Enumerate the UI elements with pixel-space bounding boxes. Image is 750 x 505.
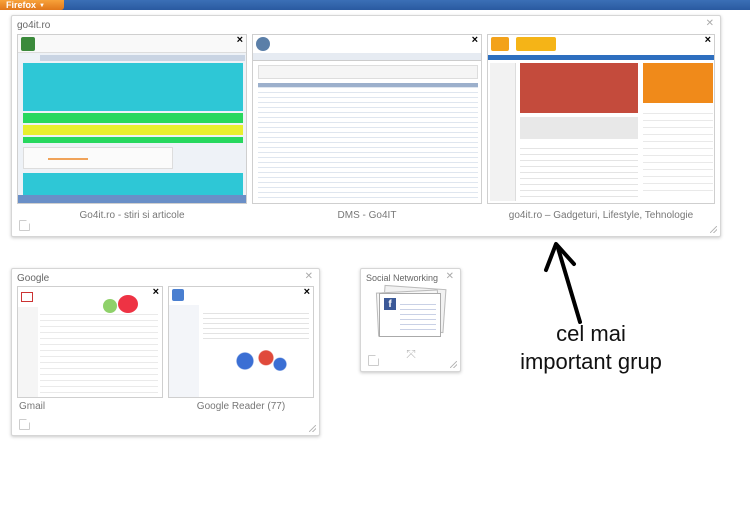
tab-group-go4it[interactable]: go4it.ro ✕ × Go4it.ro - stiri si articol…: [11, 15, 721, 237]
tab-close-icon[interactable]: ×: [472, 34, 478, 46]
annotation-line-1: cel mai: [556, 321, 626, 346]
new-tab-icon[interactable]: [368, 355, 379, 366]
tab-thumbnail[interactable]: [17, 34, 247, 204]
group-title[interactable]: go4it.ro: [17, 20, 50, 31]
firefox-menu-label: Firefox: [6, 0, 37, 10]
tab-item[interactable]: × go4it.ro – Gadgeturi, Lifestyle, Tehno…: [487, 34, 715, 224]
tab-item[interactable]: × Google Reader (77): [168, 286, 314, 416]
tab-thumbnail[interactable]: [17, 286, 163, 398]
tab-title: Go4it.ro - stiri si articole: [79, 210, 185, 221]
resize-grip-icon[interactable]: [309, 425, 316, 432]
resize-grip-icon[interactable]: [710, 226, 717, 233]
annotation-line-2: important grup: [520, 349, 662, 374]
sheet-favicon-icon: [21, 37, 35, 51]
tab-group-social-networking[interactable]: Social Networking ✕ f ⤧: [360, 268, 461, 372]
stacked-tabs[interactable]: f: [373, 284, 451, 343]
facebook-icon: f: [384, 298, 396, 310]
chevron-down-icon: ▼: [39, 3, 45, 9]
expand-group-icon[interactable]: ⤧: [404, 347, 418, 361]
resize-grip-icon[interactable]: [450, 361, 457, 368]
new-tab-icon[interactable]: [19, 220, 30, 231]
tab-item[interactable]: × Go4it.ro - stiri si articole: [17, 34, 247, 224]
dms-favicon-icon: [256, 37, 270, 51]
tab-thumbnail[interactable]: [168, 286, 314, 398]
tab-title: DMS - Go4IT: [337, 210, 397, 221]
tab-item[interactable]: × Gmail: [17, 286, 163, 416]
group-close-icon[interactable]: ✕: [706, 18, 714, 29]
go4it-favicon-icon: [491, 37, 509, 51]
tab-title: go4it.ro – Gadgeturi, Lifestyle, Tehnolo…: [508, 210, 694, 221]
window-titlebar: Firefox ▼: [0, 0, 750, 10]
tab-close-icon[interactable]: ×: [153, 286, 159, 298]
group-close-icon[interactable]: ✕: [446, 271, 454, 282]
gmail-favicon-icon: [21, 292, 33, 302]
group-title[interactable]: Google: [17, 273, 49, 284]
tab-close-icon[interactable]: ×: [304, 286, 310, 298]
tab-title: Google Reader (77): [196, 401, 286, 412]
group-close-icon[interactable]: ✕: [305, 271, 313, 282]
reader-favicon-icon: [172, 289, 184, 301]
tab-thumbnail[interactable]: [252, 34, 482, 204]
annotation-text: cel mai important grup: [506, 320, 676, 376]
group-title[interactable]: Social Networking: [366, 273, 438, 283]
tab-group-google[interactable]: Google ✕ × Gmail × Google Reader (77): [11, 268, 320, 436]
tab-title: Gmail: [19, 401, 46, 412]
new-tab-icon[interactable]: [19, 419, 30, 430]
tab-close-icon[interactable]: ×: [237, 34, 243, 46]
tab-thumbnail[interactable]: [487, 34, 715, 204]
firefox-menu-button[interactable]: Firefox ▼: [0, 0, 64, 10]
tab-item[interactable]: × DMS - Go4IT: [252, 34, 482, 224]
annotation-arrow-icon: [544, 242, 582, 324]
tab-close-icon[interactable]: ×: [705, 34, 711, 46]
